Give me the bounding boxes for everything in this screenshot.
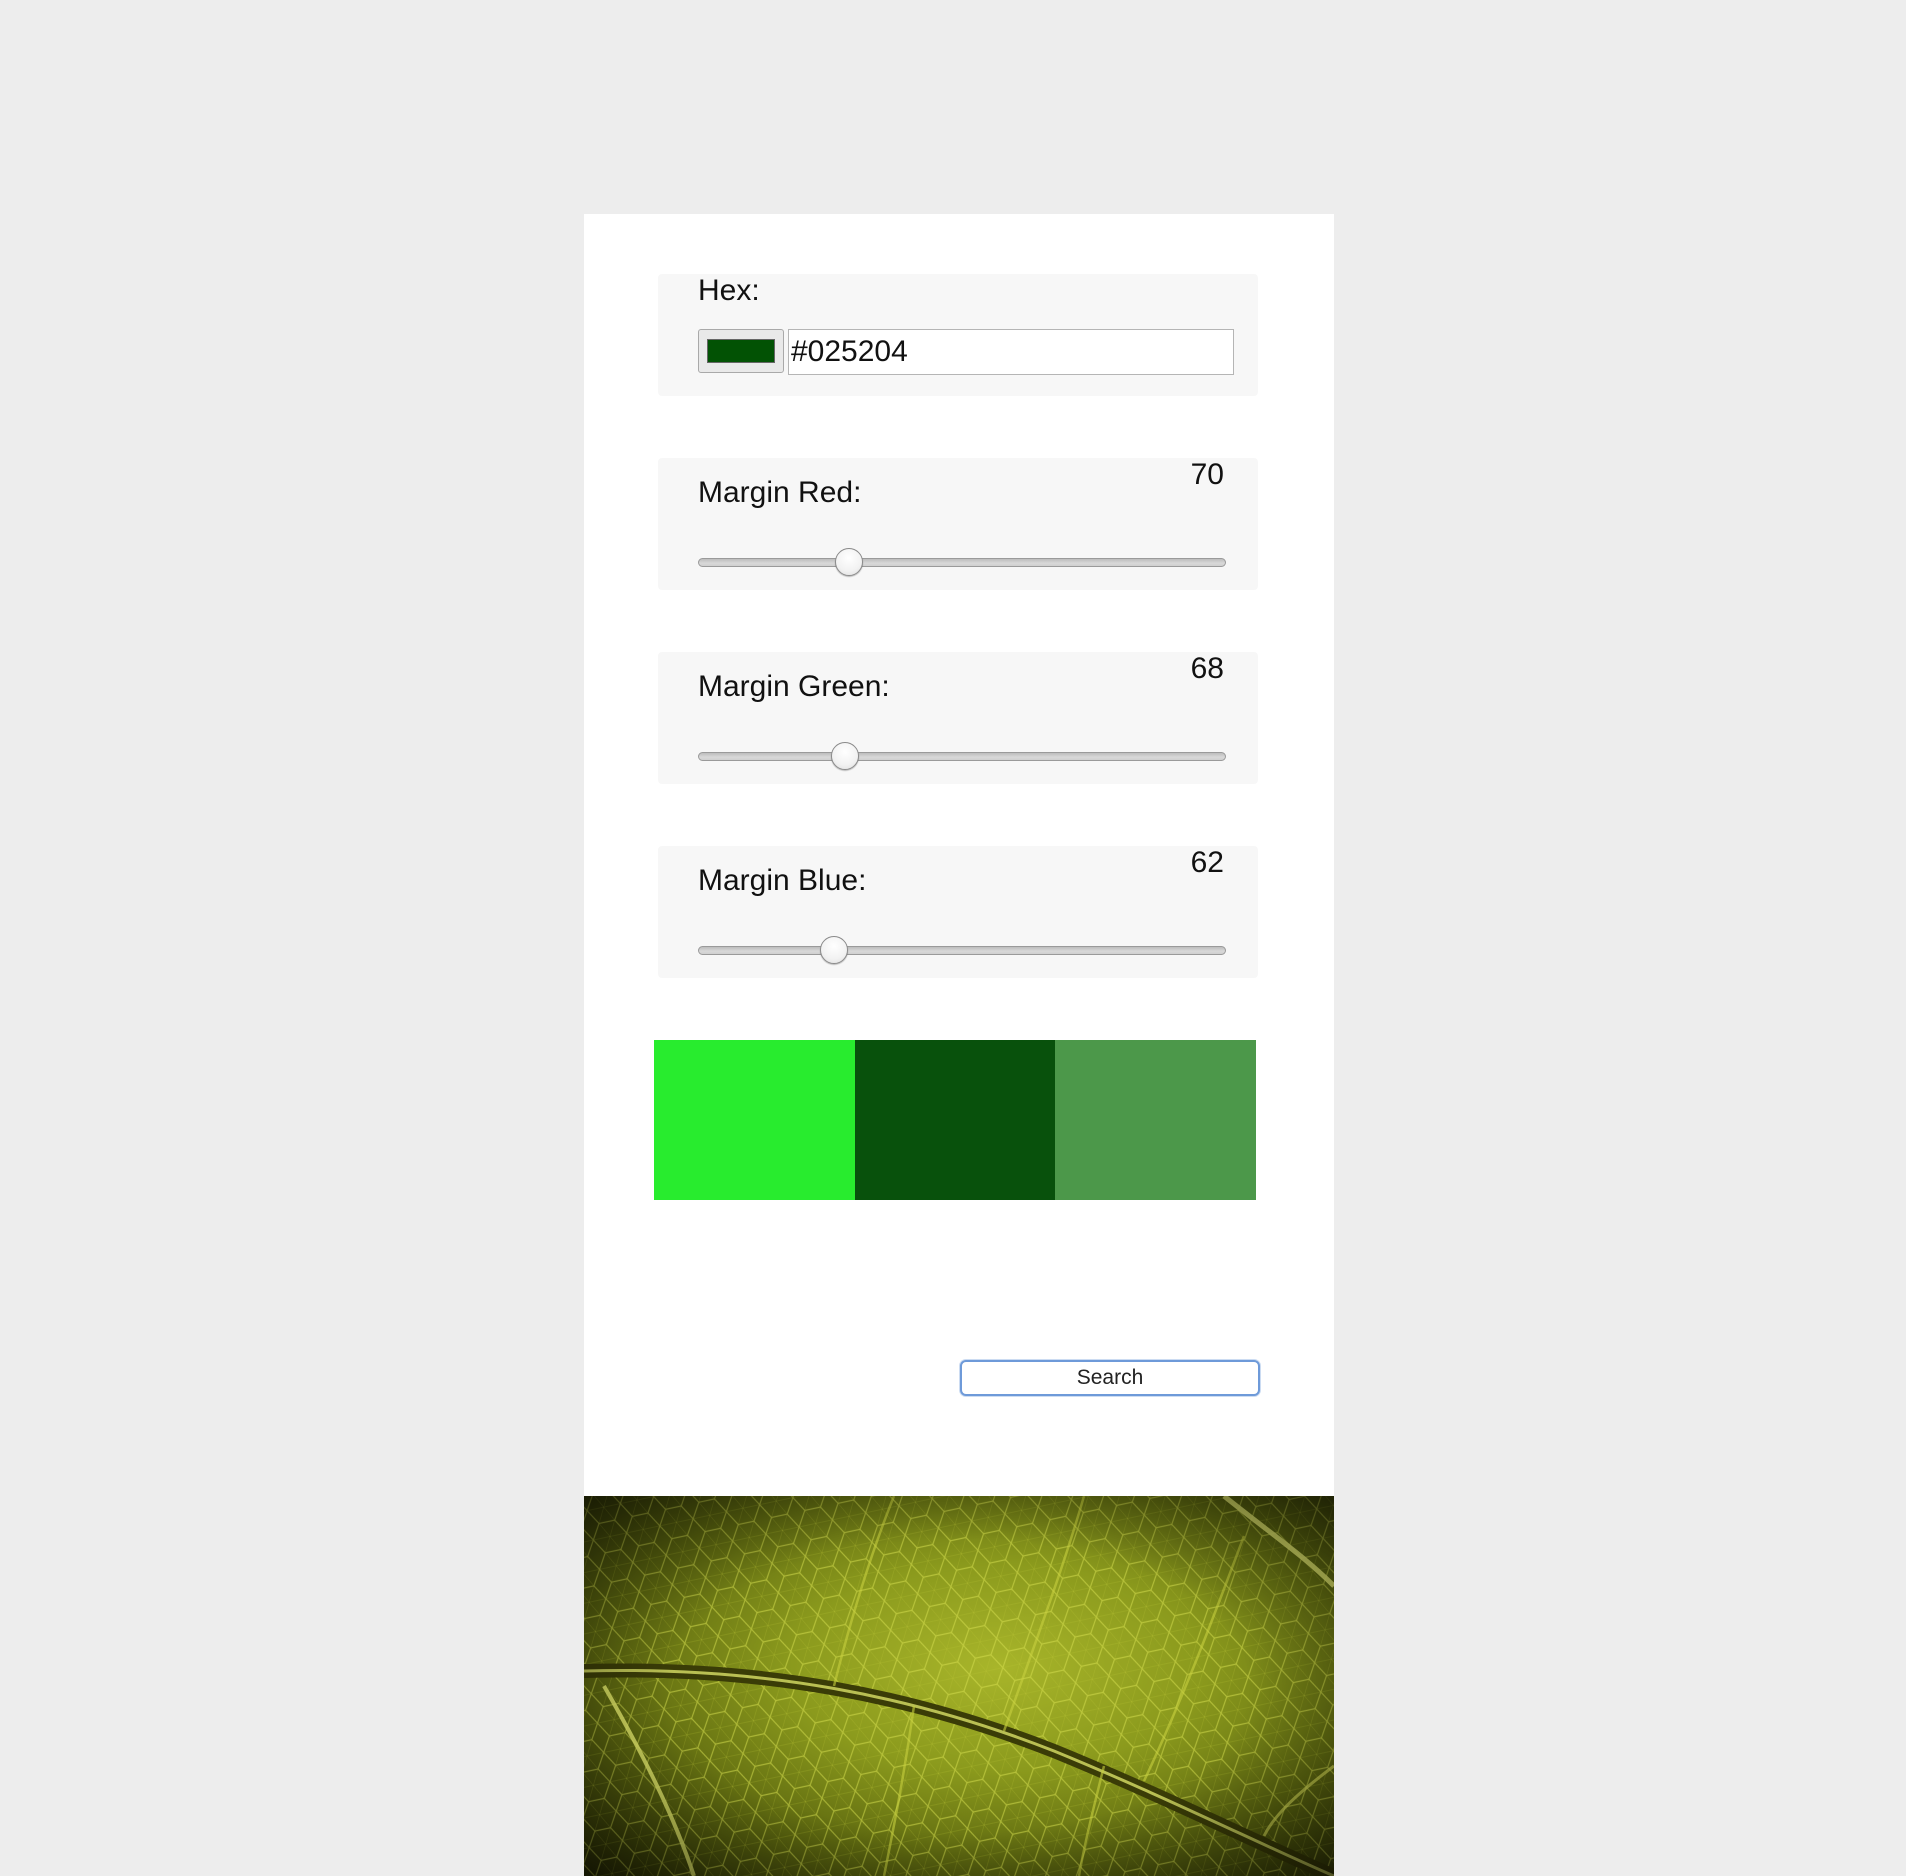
- margin-blue-label: Margin Blue:: [698, 864, 867, 897]
- slider-track[interactable]: [698, 752, 1226, 761]
- slider-thumb[interactable]: [820, 936, 849, 964]
- leaf-photo-icon: [584, 1496, 1334, 1876]
- swatch-base: [854, 1040, 1056, 1200]
- margin-blue-card: 62 Margin Blue:: [658, 846, 1258, 978]
- slider-track[interactable]: [698, 946, 1226, 955]
- slider-thumb[interactable]: [835, 548, 863, 576]
- hex-label: Hex:: [698, 274, 760, 307]
- leaf-photo: [584, 1496, 1334, 1876]
- hex-input[interactable]: [788, 329, 1234, 375]
- margin-red-slider[interactable]: [698, 548, 1226, 578]
- margin-red-label: Margin Red:: [698, 476, 862, 509]
- color-picker-button[interactable]: [698, 329, 784, 373]
- margin-blue-slider[interactable]: [698, 936, 1226, 966]
- slider-thumb[interactable]: [830, 742, 859, 770]
- margin-green-value: 68: [1190, 652, 1224, 685]
- margin-red-card: 70 Margin Red:: [658, 458, 1258, 590]
- search-button[interactable]: Search: [960, 1360, 1260, 1396]
- slider-track[interactable]: [698, 558, 1226, 567]
- margin-blue-value: 62: [1190, 846, 1224, 879]
- swatch-light: [654, 1040, 855, 1200]
- margin-green-slider[interactable]: [698, 742, 1226, 772]
- margin-green-card: 68 Margin Green:: [658, 652, 1258, 784]
- hex-card: Hex:: [658, 274, 1258, 396]
- swatch-mid: [1055, 1040, 1257, 1200]
- color-swatches: [654, 1040, 1257, 1200]
- color-search-panel: Hex: 70 Margin Red: 68 Margin Green: 62 …: [584, 214, 1334, 1496]
- color-picker-fill: [707, 339, 775, 363]
- margin-red-value: 70: [1190, 458, 1224, 491]
- margin-green-label: Margin Green:: [698, 670, 890, 703]
